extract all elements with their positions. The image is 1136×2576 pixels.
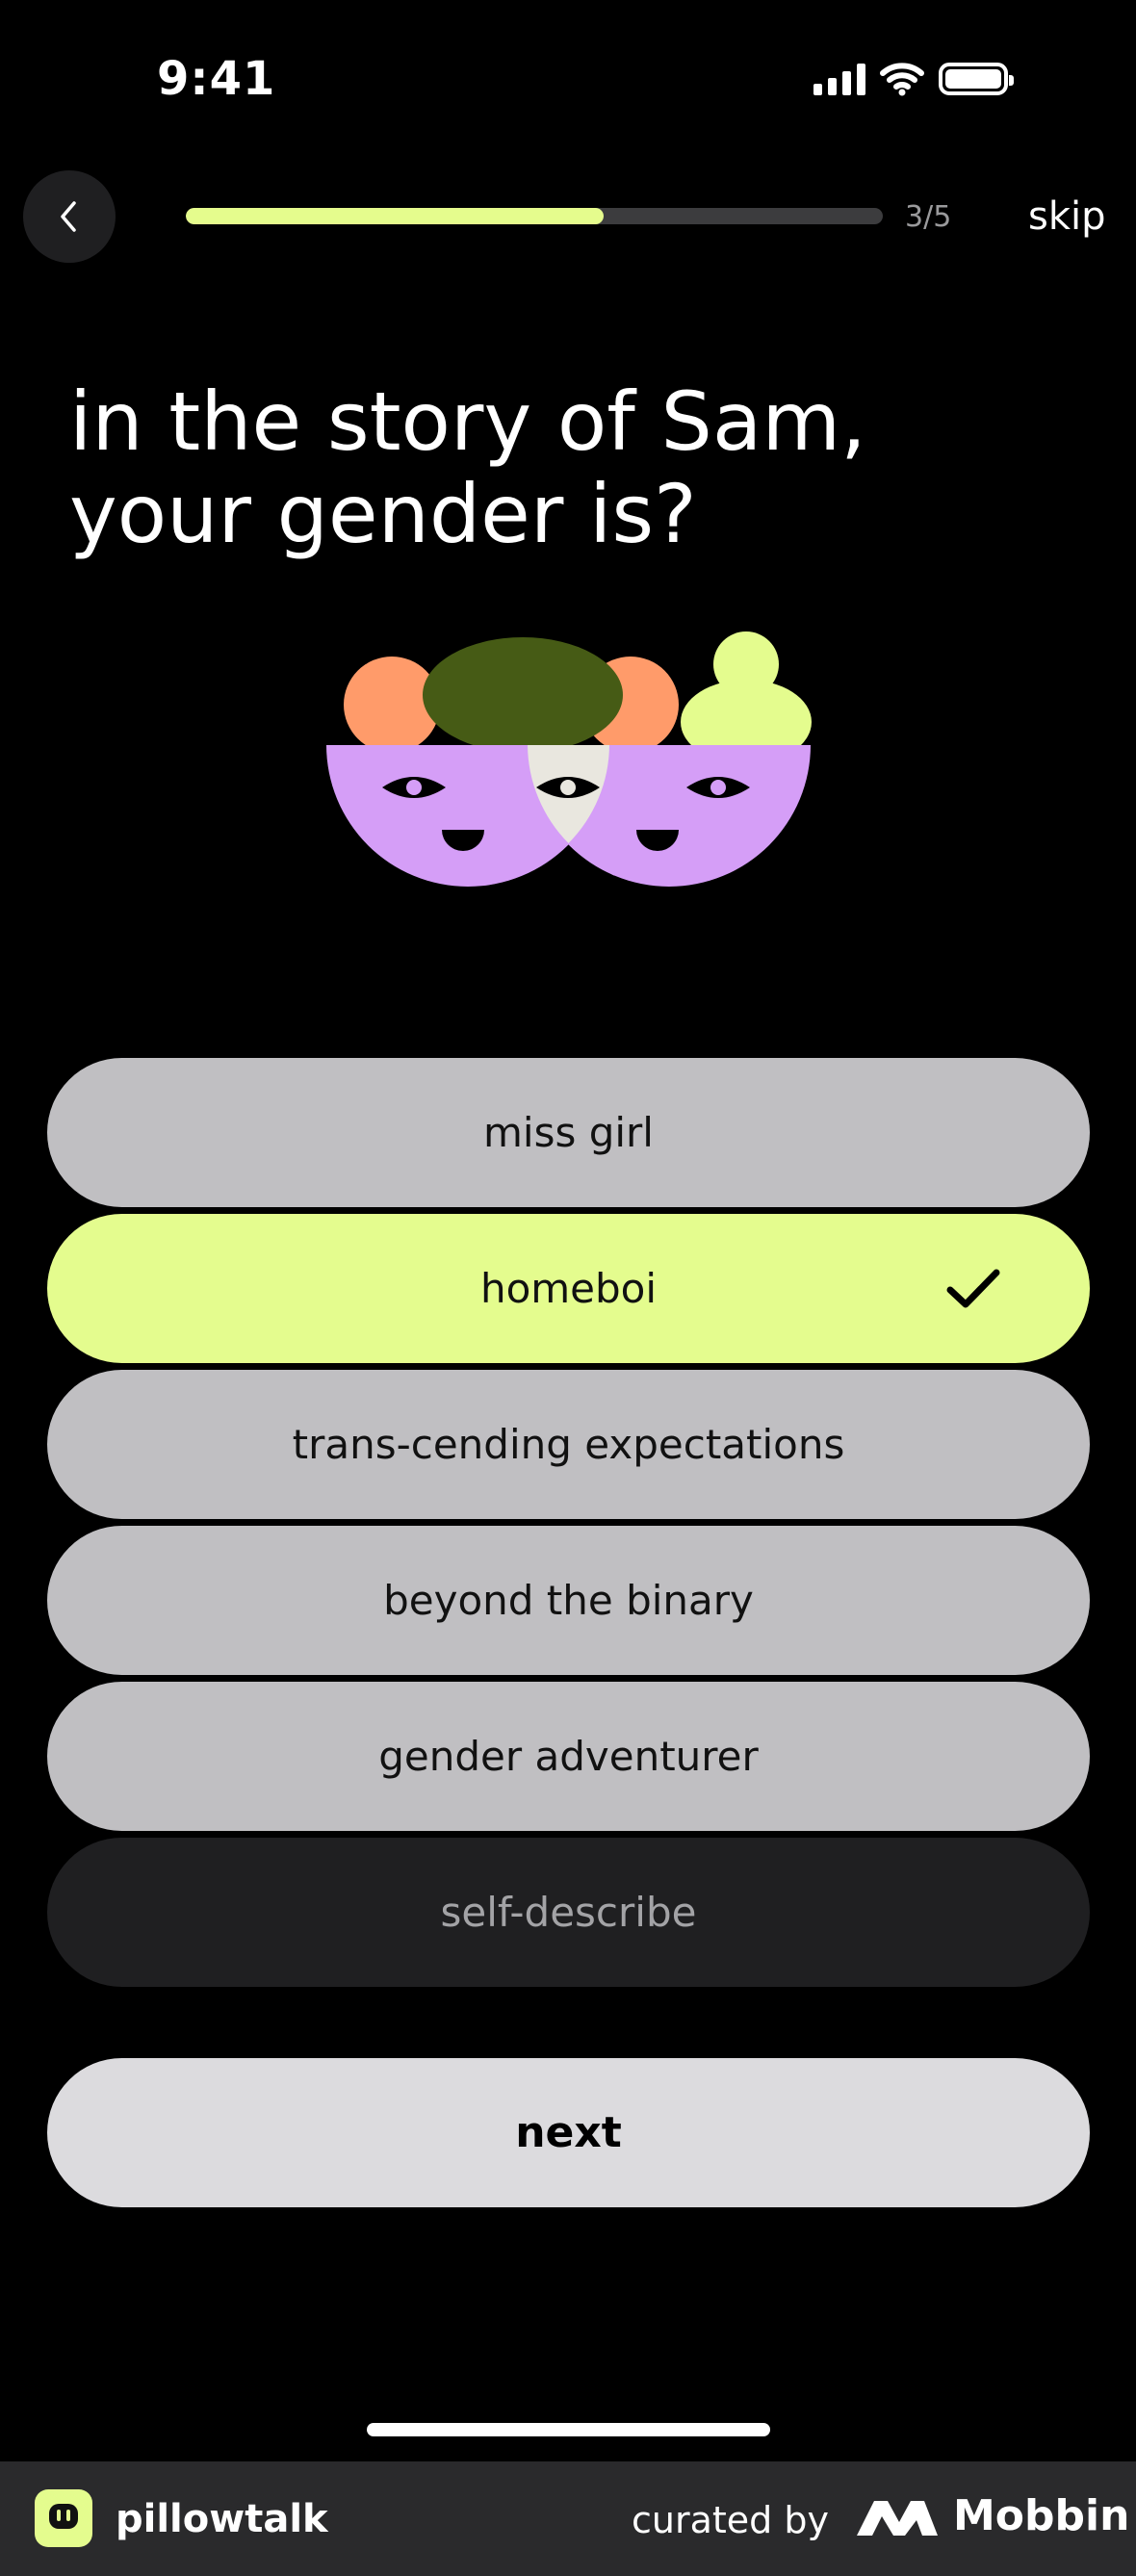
option-miss-girl[interactable]: miss girl [47, 1058, 1090, 1207]
option-label: self-describe [440, 1889, 697, 1936]
option-label: gender adventurer [378, 1733, 759, 1780]
option-label: beyond the binary [383, 1577, 754, 1624]
cellular-signal-icon [813, 63, 865, 95]
skip-button[interactable]: skip [1028, 194, 1106, 239]
question-title: in the story of Sam, your gender is? [69, 375, 1032, 560]
option-self-describe[interactable]: self-describe [47, 1838, 1090, 1987]
option-beyond-the-binary[interactable]: beyond the binary [47, 1526, 1090, 1675]
option-homeboi[interactable]: homeboi [47, 1214, 1090, 1363]
battery-icon [939, 63, 1014, 95]
option-gender-adventurer[interactable]: gender adventurer [47, 1682, 1090, 1831]
status-time: 9:41 [157, 52, 276, 106]
back-button[interactable] [23, 170, 116, 263]
question-line-2: your gender is? [69, 467, 697, 561]
step-counter: 3/5 [905, 200, 952, 234]
option-label: homeboi [479, 1265, 658, 1312]
three-faces-illustration [326, 631, 812, 887]
mobbin-logo-icon [857, 2501, 938, 2536]
option-trans-cending-expectations[interactable]: trans-cending expectations [47, 1370, 1090, 1519]
next-button[interactable]: next [47, 2058, 1090, 2207]
mobbin-brand: Mobbin [953, 2491, 1130, 2540]
question-line-1: in the story of Sam, [69, 374, 866, 469]
curated-by-label: curated by [632, 2499, 829, 2541]
option-label: trans-cending expectations [292, 1421, 845, 1468]
chevron-left-icon [61, 201, 76, 232]
checkmark-icon [946, 1269, 1000, 1307]
wifi-icon [880, 63, 924, 96]
progress-bar [186, 208, 883, 224]
app-logo-icon [35, 2489, 92, 2547]
home-indicator[interactable] [367, 2423, 770, 2436]
option-label: miss girl [483, 1109, 654, 1156]
progress-fill [186, 208, 605, 224]
app-name: pillowtalk [116, 2497, 328, 2541]
status-icons [813, 62, 1014, 96]
